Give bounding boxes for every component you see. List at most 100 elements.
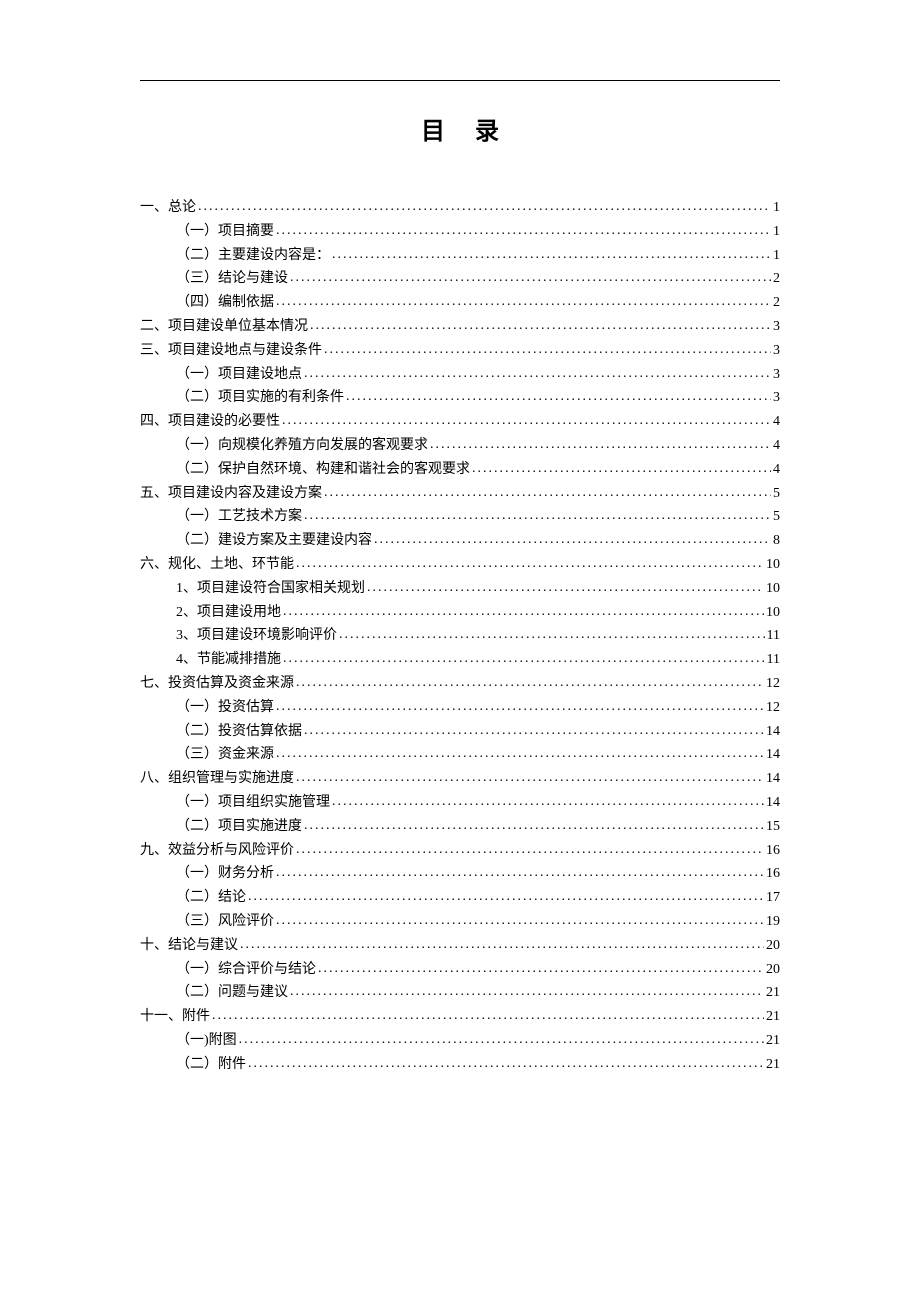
toc-label: （二）项目实施的有利条件 [176,386,344,410]
toc-leader-dots [240,933,764,957]
toc-entry[interactable]: （二）附件21 [140,1053,780,1077]
toc-entry[interactable]: 七、投资估算及资金来源 12 [140,672,780,696]
toc-entry[interactable]: 三、项目建设地点与建设条件 3 [140,339,780,363]
toc-leader-dots [346,385,771,409]
toc-entry[interactable]: （三）结论与建设2 [140,267,780,291]
toc-entry[interactable]: 一、总论1 [140,196,780,220]
toc-entry[interactable]: 六、规化、土地、环节能10 [140,553,780,577]
toc-label: （一)附图 [176,1029,237,1053]
page-title: 目录 [140,111,780,146]
toc-label: 2、项目建设用地 [176,601,281,625]
toc-leader-dots [304,719,764,743]
toc-label: 七、投资估算及资金来源 [140,672,294,696]
toc-leader-dots [332,790,764,814]
toc-page-number: 12 [766,696,780,720]
toc-page-number: 12 [766,672,780,696]
toc-label: （一）项目摘要 [176,220,274,244]
toc-page-number: 20 [766,958,780,982]
toc-leader-dots [324,481,771,505]
toc-page-number: 14 [766,791,780,815]
toc-entry[interactable]: 八、组织管理与实施进度14 [140,767,780,791]
toc-entry[interactable]: 1、项目建设符合国家相关规划10 [140,577,780,601]
toc-leader-dots [430,433,771,457]
toc-leader-dots [276,695,764,719]
toc-label: （二）保护自然环境、构建和谐社会的客观要求 [176,458,470,482]
toc-leader-dots [276,742,764,766]
toc-entry[interactable]: 九、效益分析与风险评价 16 [140,839,780,863]
toc-label: （二）项目实施进度 [176,815,302,839]
toc-page-number: 1 [773,244,780,268]
toc-entry[interactable]: （一)附图21 [140,1029,780,1053]
toc-entry[interactable]: （一）财务分析16 [140,862,780,886]
toc-page-number: 3 [773,315,780,339]
toc-page-number: 3 [773,339,780,363]
toc-page-number: 21 [766,1053,780,1077]
toc-entry[interactable]: （一）综合评价与结论20 [140,958,780,982]
toc-label: 二、项目建设单位基本情况 [140,315,308,339]
toc-label: 九、效益分析与风险评价 [140,839,294,863]
toc-entry[interactable]: （三）风险评价19 [140,910,780,934]
toc-label: （一）投资估算 [176,696,274,720]
toc-entry[interactable]: （二）主要建设内容是：1 [140,244,780,268]
toc-entry[interactable]: （二）项目实施的有利条件 3 [140,386,780,410]
toc-entry[interactable]: （一）投资估算 12 [140,696,780,720]
toc-label: 4、节能减排措施 [176,648,281,672]
toc-leader-dots [296,671,764,695]
toc-entry[interactable]: （二）保护自然环境、构建和谐社会的客观要求4 [140,458,780,482]
toc-page-number: 17 [766,886,780,910]
toc-label: （二）结论 [176,886,246,910]
toc-entry[interactable]: （二）结论 17 [140,886,780,910]
toc-label: （一）项目建设地点 [176,363,302,387]
toc-page-number: 11 [767,624,780,648]
toc-page-number: 16 [766,839,780,863]
toc-entry[interactable]: 二、项目建设单位基本情况 3 [140,315,780,339]
toc-leader-dots [339,623,765,647]
toc-leader-dots [304,362,771,386]
toc-page-number: 2 [773,291,780,315]
toc-page-number: 10 [766,601,780,625]
toc-page-number: 15 [766,815,780,839]
toc-entry[interactable]: （二）项目实施进度 15 [140,815,780,839]
toc-label: 四、项目建设的必要性 [140,410,280,434]
toc-entry[interactable]: 4、节能减排措施 11 [140,648,780,672]
toc-entry[interactable]: 四、项目建设的必要性4 [140,410,780,434]
toc-label: （一）财务分析 [176,862,274,886]
toc-page-number: 8 [773,529,780,553]
toc-leader-dots [276,290,771,314]
toc-entry[interactable]: 3、项目建设环境影响评价11 [140,624,780,648]
toc-leader-dots [239,1028,764,1052]
toc-page-number: 14 [766,720,780,744]
toc-label: （三）风险评价 [176,910,274,934]
toc-page-number: 1 [773,220,780,244]
toc-leader-dots [296,838,764,862]
toc-entry[interactable]: （一）项目建设地点3 [140,363,780,387]
toc-entry[interactable]: （一）向规模化养殖方向发展的客观要求4 [140,434,780,458]
toc-entry[interactable]: （一）项目组织实施管理 14 [140,791,780,815]
toc-entry[interactable]: （二）建设方案及主要建设内容8 [140,529,780,553]
toc-entry[interactable]: （四）编制依据2 [140,291,780,315]
toc-entry[interactable]: 十一、附件21 [140,1005,780,1029]
toc-page-number: 5 [773,505,780,529]
toc-entry[interactable]: （一）工艺技术方案 5 [140,505,780,529]
toc-page-number: 21 [766,981,780,1005]
toc-page-number: 10 [766,553,780,577]
toc-label: 八、组织管理与实施进度 [140,767,294,791]
toc-label: 三、项目建设地点与建设条件 [140,339,322,363]
toc-page-number: 3 [773,386,780,410]
toc-entry[interactable]: （三）资金来源14 [140,743,780,767]
toc-entry[interactable]: （二）问题与建议21 [140,981,780,1005]
toc-label: （一）项目组织实施管理 [176,791,330,815]
toc-label: 1、项目建设符合国家相关规划 [176,577,365,601]
toc-label: 十一、附件 [140,1005,210,1029]
toc-leader-dots [374,528,771,552]
toc-entry[interactable]: 五、项目建设内容及建设方案5 [140,482,780,506]
toc-entry[interactable]: （一）项目摘要 1 [140,220,780,244]
toc-entry[interactable]: 2、项目建设用地 10 [140,601,780,625]
toc-entry[interactable]: 十、结论与建议20 [140,934,780,958]
toc-leader-dots [198,195,771,219]
toc-leader-dots [248,1052,764,1076]
toc-label: （一）工艺技术方案 [176,505,302,529]
toc-page-number: 11 [767,648,780,672]
toc-label: 五、项目建设内容及建设方案 [140,482,322,506]
toc-entry[interactable]: （二）投资估算依据14 [140,720,780,744]
